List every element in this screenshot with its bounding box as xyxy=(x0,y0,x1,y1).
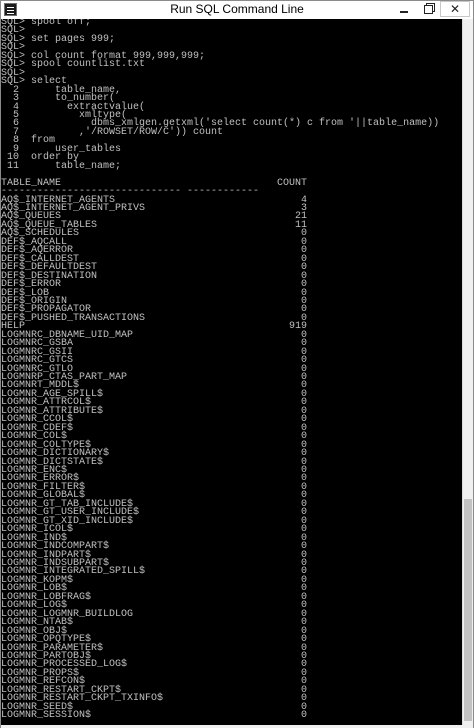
minimize-button[interactable] xyxy=(392,1,416,17)
console-text: SQL> spool off; SQL> SQL> set pages 999; SQ… xyxy=(1,19,462,721)
vertical-scrollbar[interactable] xyxy=(462,19,473,725)
window-controls: ✕ xyxy=(392,1,470,18)
console-output[interactable]: SQL> spool off; SQL> SQL> set pages 999; SQ… xyxy=(1,19,462,725)
sql-command-line-window: Run SQL Command Line ✕ SQL> spool off; SQ… xyxy=(0,0,474,728)
maximize-button[interactable] xyxy=(416,1,440,17)
console-line: SQL> spool off; xyxy=(1,19,92,28)
console-line: SQL> xyxy=(1,67,26,79)
console-line: SQL> set pages 999; xyxy=(1,33,116,45)
console-line: LOGMNR_SESSION$ 0 xyxy=(1,710,308,722)
title-bar[interactable]: Run SQL Command Line ✕ xyxy=(1,1,473,20)
console-line: 7 ,'/ROWSET/ROW/C')) count xyxy=(1,126,224,138)
close-button[interactable]: ✕ xyxy=(440,1,470,17)
scrollbar-thumb[interactable] xyxy=(464,499,472,721)
console-line: SQL> spool countlist.txt xyxy=(1,59,146,71)
console-line: 11 table_name; xyxy=(1,160,122,172)
